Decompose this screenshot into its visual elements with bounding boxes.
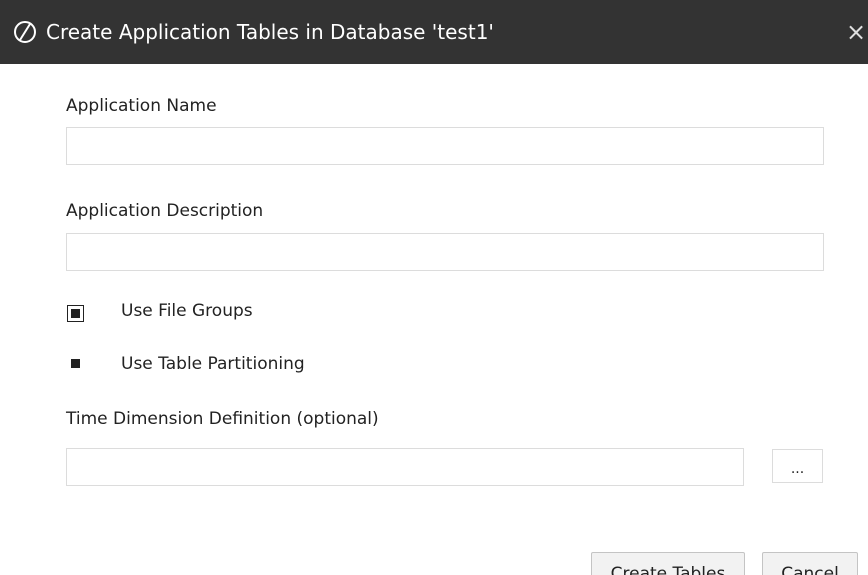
checkbox-mark [71,309,80,318]
use-table-partitioning-label: Use Table Partitioning [121,354,305,374]
time-dimension-label: Time Dimension Definition (optional) [66,409,379,429]
oracle-logo-icon [14,21,36,43]
browse-button[interactable]: ... [772,449,823,483]
application-description-input[interactable] [66,233,824,271]
dialog-titlebar: Create Application Tables in Database 't… [0,0,868,64]
checkbox-mark [71,359,80,368]
cancel-button[interactable]: Cancel [762,552,858,575]
dialog-title: Create Application Tables in Database 't… [46,20,494,44]
application-description-label: Application Description [66,201,264,221]
use-file-groups-label: Use File Groups [121,301,253,321]
application-name-input[interactable] [66,127,824,165]
time-dimension-input[interactable] [66,448,744,486]
create-application-tables-dialog: Create Application Tables in Database 't… [0,0,868,575]
use-file-groups-checkbox[interactable] [67,305,84,322]
create-tables-button[interactable]: Create Tables [591,552,745,575]
close-icon[interactable]: × [846,18,868,46]
use-table-partitioning-checkbox[interactable] [67,355,84,372]
application-name-label: Application Name [66,96,217,116]
